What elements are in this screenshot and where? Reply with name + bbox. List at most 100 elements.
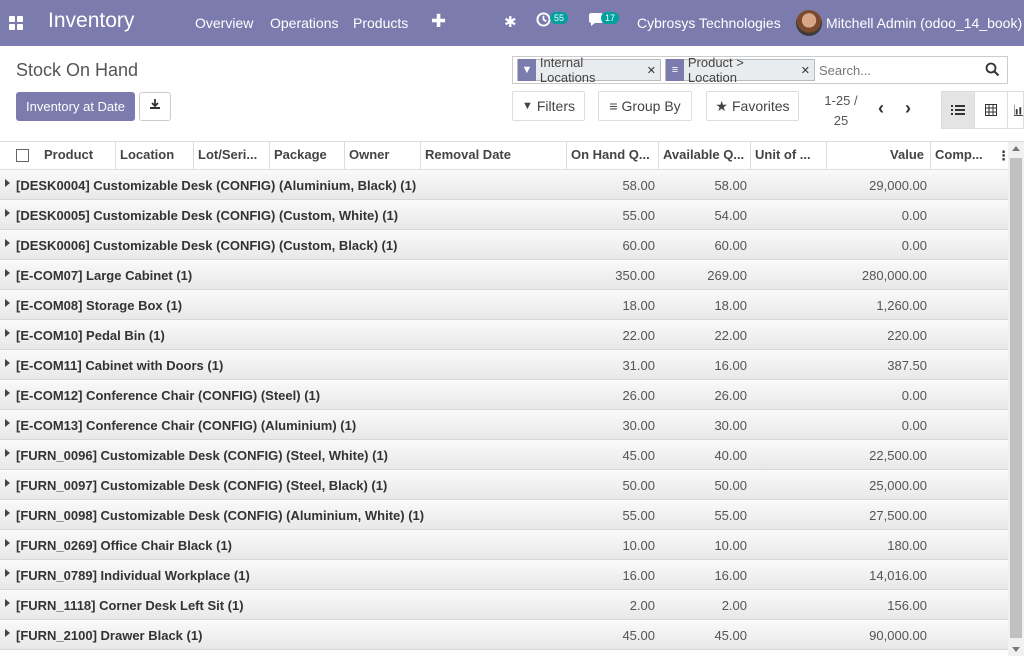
table-row[interactable]: [FURN_0789] Individual Workplace (1) 16.0… <box>0 560 1008 590</box>
expand-caret-icon[interactable] <box>5 299 10 307</box>
available-quantity: 45.00 <box>714 628 747 643</box>
expand-caret-icon[interactable] <box>5 209 10 217</box>
expand-caret-icon[interactable] <box>5 269 10 277</box>
group-name: [E-COM10] Pedal Bin (1) <box>16 328 165 343</box>
group-name: [E-COM13] Conference Chair (CONFIG) (Alu… <box>16 418 357 433</box>
pager-range: 1-25 / <box>824 93 858 108</box>
table-row[interactable]: [FURN_0269] Office Chair Black (1) 10.00 1… <box>0 530 1008 560</box>
search-input[interactable] <box>819 61 979 79</box>
available-quantity: 55.00 <box>714 508 747 523</box>
table-row[interactable]: [E-COM08] Storage Box (1) 18.00 18.00 1,260… <box>0 290 1008 320</box>
table-row[interactable]: [FURN_0097] Customizable Desk (CONFIG) (… <box>0 470 1008 500</box>
column-header-unit[interactable]: Unit of ... <box>751 142 827 170</box>
scrollbar[interactable] <box>1008 142 1024 656</box>
column-header-lot-serial[interactable]: Lot/Seri... <box>194 142 270 170</box>
expand-caret-icon[interactable] <box>5 569 10 577</box>
column-header-on-hand[interactable]: On Hand Q... <box>567 142 659 170</box>
expand-caret-icon[interactable] <box>5 509 10 517</box>
on-hand-quantity: 10.00 <box>622 538 655 553</box>
user-menu[interactable]: Mitchell Admin (odoo_14_book) <box>826 15 1022 31</box>
inventory-at-date-button[interactable]: Inventory at Date <box>16 92 135 121</box>
plus-icon[interactable]: ✚ <box>431 11 446 32</box>
user-avatar[interactable] <box>796 10 822 36</box>
table-row[interactable]: [E-COM11] Cabinet with Doors (1) 31.00 16.… <box>0 350 1008 380</box>
table-row[interactable]: [FURN_0096] Customizable Desk (CONFIG) (… <box>0 440 1008 470</box>
on-hand-quantity: 50.00 <box>622 478 655 493</box>
group-name: [E-COM08] Storage Box (1) <box>16 298 183 313</box>
page-title: Stock On Hand <box>16 60 139 80</box>
value: 90,000.00 <box>869 628 927 643</box>
expand-caret-icon[interactable] <box>5 179 10 187</box>
value: 156.00 <box>887 598 927 613</box>
scroll-up-icon[interactable] <box>1012 146 1020 151</box>
expand-caret-icon[interactable] <box>5 629 10 637</box>
table-row[interactable]: [DESK0004] Customizable Desk (CONFIG) (A… <box>0 170 1008 200</box>
select-all-checkbox[interactable] <box>16 149 29 162</box>
download-button[interactable] <box>139 92 171 121</box>
available-quantity: 10.00 <box>714 538 747 553</box>
table-row[interactable]: [FURN_0098] Customizable Desk (CONFIG) (… <box>0 500 1008 530</box>
activity-clock-icon[interactable] <box>536 12 551 31</box>
menu-overview[interactable]: Overview <box>195 15 253 31</box>
group-name: [FURN_0098] Customizable Desk (CONFIG) (… <box>16 508 425 523</box>
facet-remove-icon[interactable]: ✕ <box>801 64 810 77</box>
column-header-package[interactable]: Package <box>270 142 345 170</box>
table-row[interactable]: [E-COM12] Conference Chair (CONFIG) (Ste… <box>0 380 1008 410</box>
table-row[interactable]: [E-COM07] Large Cabinet (1) 350.00 269.00 2… <box>0 260 1008 290</box>
expand-caret-icon[interactable] <box>5 359 10 367</box>
apps-menu-icon[interactable] <box>9 16 23 30</box>
table-row[interactable]: [FURN_2100] Drawer Black (1) 45.00 45.00 90… <box>0 620 1008 650</box>
on-hand-quantity: 26.00 <box>622 388 655 403</box>
value: 14,016.00 <box>869 568 927 583</box>
on-hand-quantity: 22.00 <box>622 328 655 343</box>
pager-previous-icon[interactable]: ‹ <box>878 98 884 119</box>
company-switcher[interactable]: Cybrosys Technologies <box>637 15 781 31</box>
scroll-down-icon[interactable] <box>1012 647 1020 652</box>
on-hand-quantity: 31.00 <box>622 358 655 373</box>
group-by-button[interactable]: ≡ Group By <box>598 91 692 121</box>
pivot-view-button[interactable] <box>974 91 1008 129</box>
expand-caret-icon[interactable] <box>5 239 10 247</box>
favorites-button[interactable]: ★ Favorites <box>706 91 799 121</box>
table-row[interactable]: [E-COM13] Conference Chair (CONFIG) (Alu… <box>0 410 1008 440</box>
column-header-owner[interactable]: Owner <box>345 142 421 170</box>
search-icon[interactable] <box>983 59 1003 79</box>
table-row[interactable]: [DESK0005] Customizable Desk (CONFIG) (C… <box>0 200 1008 230</box>
expand-caret-icon[interactable] <box>5 599 10 607</box>
scrollbar-thumb[interactable] <box>1010 158 1022 638</box>
value: 387.50 <box>887 358 927 373</box>
expand-caret-icon[interactable] <box>5 479 10 487</box>
graph-view-button[interactable] <box>1007 91 1024 129</box>
facet-remove-icon[interactable]: ✕ <box>647 64 656 77</box>
table-body: [DESK0004] Customizable Desk (CONFIG) (A… <box>0 170 1008 650</box>
column-header-value[interactable]: Value <box>827 142 931 170</box>
filters-button[interactable]: ▼ Filters <box>512 91 585 121</box>
app-title[interactable]: Inventory <box>48 9 134 33</box>
column-header-location[interactable]: Location <box>116 142 194 170</box>
pager-next-icon[interactable]: › <box>905 98 911 119</box>
value: 22,500.00 <box>869 448 927 463</box>
list-view-button[interactable] <box>941 91 975 129</box>
pager-value[interactable]: 1-25 / 25 <box>820 91 862 131</box>
column-header-available[interactable]: Available Q... <box>659 142 751 170</box>
bug-icon[interactable]: ✱ <box>504 13 517 31</box>
expand-caret-icon[interactable] <box>5 389 10 397</box>
on-hand-quantity: 58.00 <box>622 178 655 193</box>
column-header-removal-date[interactable]: Removal Date <box>421 142 567 170</box>
table-row[interactable]: [E-COM10] Pedal Bin (1) 22.00 22.00 220.00 <box>0 320 1008 350</box>
menu-products[interactable]: Products <box>353 15 408 31</box>
column-header-company[interactable]: Comp... <box>931 142 993 170</box>
value: 27,500.00 <box>869 508 927 523</box>
column-header-product[interactable]: Product <box>40 142 116 170</box>
group-name: [DESK0006] Customizable Desk (CONFIG) (C… <box>16 238 398 253</box>
table-row[interactable]: [DESK0006] Customizable Desk (CONFIG) (C… <box>0 230 1008 260</box>
on-hand-quantity: 60.00 <box>622 238 655 253</box>
expand-caret-icon[interactable] <box>5 449 10 457</box>
search-bar: ▼ Internal Locations ✕ ≡ Product > Locat… <box>512 55 1008 85</box>
expand-caret-icon[interactable] <box>5 329 10 337</box>
group-name: [FURN_2100] Drawer Black (1) <box>16 628 203 643</box>
table-row[interactable]: [FURN_1118] Corner Desk Left Sit (1) 2.00… <box>0 590 1008 620</box>
expand-caret-icon[interactable] <box>5 419 10 427</box>
menu-operations[interactable]: Operations <box>270 15 338 31</box>
expand-caret-icon[interactable] <box>5 539 10 547</box>
